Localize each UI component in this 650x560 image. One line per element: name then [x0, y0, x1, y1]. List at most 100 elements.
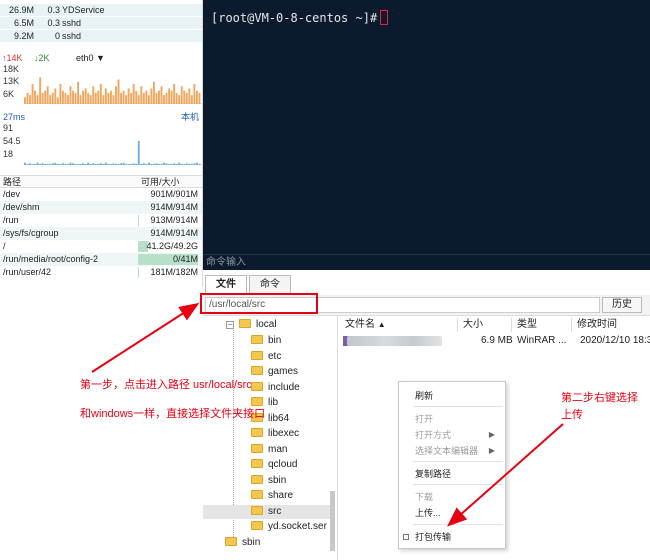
directory-tree: − local bin etc games include lib lib64 libexe… — [203, 316, 338, 560]
folder-icon — [251, 459, 263, 468]
menu-item-1[interactable]: 打开 — [399, 412, 505, 426]
process-row[interactable]: 6.5M 0.3 sshd — [0, 17, 202, 29]
process-row[interactable]: 9.2M 0 sshd — [0, 30, 202, 42]
chart-bar — [163, 95, 165, 104]
menu-item-2[interactable]: 打开方式 ▶ — [399, 428, 505, 442]
menu-item-5[interactable]: 下载 — [399, 490, 505, 504]
chart-bar — [44, 90, 47, 104]
tree-item-sbin-sibling[interactable]: sbin — [225, 536, 260, 550]
chart-bar — [158, 163, 160, 165]
chart-bar — [36, 162, 39, 165]
terminal[interactable]: [root@VM-0-8-centos ~]# 命令输入 — [203, 0, 650, 270]
menu-item-4[interactable]: 复制路径 — [399, 467, 505, 481]
chart-bar — [92, 86, 95, 104]
disk-row[interactable]: /sys/fs/cgroup 914M/914M — [0, 227, 202, 240]
tree-item-include[interactable]: include — [251, 381, 300, 395]
tab-commands[interactable]: 命令 — [249, 275, 291, 294]
chart-bar — [142, 92, 145, 104]
menu-item-3[interactable]: 选择文本编辑器 ▶ — [399, 444, 505, 458]
chart-bar — [175, 163, 178, 165]
chart-bar — [115, 86, 117, 104]
chart-bar — [49, 95, 52, 104]
disk-row[interactable]: / 41.2G/49.2G — [0, 240, 202, 253]
disk-row[interactable]: /run 913M/914M — [0, 214, 202, 227]
chart-bar — [104, 88, 107, 104]
interface-select[interactable]: eth0 ▼ — [76, 52, 105, 64]
chart-bar — [107, 163, 110, 165]
column-header-size[interactable]: 大小 — [463, 318, 483, 332]
menu-item-0[interactable]: 刷新 — [399, 389, 505, 403]
folder-icon — [251, 428, 263, 437]
disk-table-header: 路径 可用/大小 — [0, 175, 202, 188]
tree-item-bin[interactable]: bin — [251, 334, 281, 348]
tree-item-man[interactable]: man — [251, 443, 287, 457]
tree-item-libexec[interactable]: libexec — [251, 427, 299, 441]
chart-bar — [39, 77, 42, 104]
command-input[interactable]: 命令输入 — [203, 254, 650, 270]
chart-bar — [120, 163, 123, 165]
folder-icon — [251, 366, 263, 375]
chart-bar — [195, 90, 198, 104]
chart-bar — [29, 163, 31, 165]
menu-item-6[interactable]: 上传... — [399, 506, 505, 520]
annotation-step1-line2: 和windows一样，直接选择文件夹接口 — [80, 408, 266, 420]
tree-item-sbin[interactable]: sbin — [251, 474, 286, 488]
menu-item-7[interactable]: 打包传输 — [399, 530, 505, 544]
net-tick-label: 6K — [3, 89, 15, 99]
chart-bar — [142, 163, 145, 165]
process-memory: 26.9M — [8, 5, 34, 15]
process-row[interactable]: 26.9M 0.3 YDService — [0, 4, 202, 16]
disk-path: /run — [3, 215, 19, 225]
chart-bar — [64, 92, 67, 104]
checkbox-icon[interactable] — [403, 534, 409, 540]
submenu-arrow-icon: ▶ — [488, 446, 495, 455]
chart-bar — [198, 92, 201, 104]
disk-row[interactable]: /run/user/42 181M/182M — [0, 266, 202, 279]
chart-bar — [87, 92, 90, 104]
tree-item-src[interactable]: src — [203, 504, 331, 519]
chart-bar — [173, 84, 176, 104]
column-header-name[interactable]: 文件名 ▲ — [345, 318, 386, 332]
collapse-toggle-icon[interactable]: − — [226, 321, 234, 329]
chart-bar — [84, 163, 87, 165]
chart-bar — [59, 164, 62, 165]
tree-item-etc[interactable]: etc — [251, 350, 281, 364]
net-tick-label: 18K — [3, 64, 20, 74]
disk-row[interactable]: /run/media/root/config-2 0/41M — [0, 253, 202, 266]
chart-bar — [163, 162, 165, 165]
chart-bar — [188, 88, 191, 104]
disk-row[interactable]: /dev 901M/901M — [0, 188, 202, 201]
tree-item-games[interactable]: games — [251, 365, 298, 379]
chart-bar — [102, 163, 105, 165]
chart-bar — [41, 163, 44, 165]
folder-icon — [251, 490, 263, 499]
chart-bar — [56, 163, 59, 165]
chart-bar — [185, 92, 188, 104]
chart-bar — [112, 95, 115, 104]
tree-item-yd-socket-ser[interactable]: yd.socket.ser — [251, 520, 327, 534]
tree-item-local[interactable]: local — [239, 318, 277, 332]
latency-host[interactable]: 本机 — [181, 111, 199, 123]
chart-bar — [173, 163, 176, 165]
file-name-redacted[interactable] — [347, 336, 442, 346]
disk-usage-table: 路径 可用/大小 /dev 901M/901M/dev/shm 914M/914M /… — [0, 175, 202, 279]
tree-scrollbar[interactable] — [330, 491, 335, 551]
chart-bar — [31, 84, 34, 104]
tree-item-share[interactable]: share — [251, 489, 293, 503]
tree-item-qcloud[interactable]: qcloud — [251, 458, 297, 472]
tab-files[interactable]: 文件 — [205, 275, 247, 294]
network-header: ↑14K ↓2K eth0 ▼ — [0, 52, 202, 64]
chart-bar — [64, 163, 67, 165]
column-header-modified[interactable]: 修改时间 — [577, 318, 617, 332]
chart-bar — [117, 163, 120, 165]
chart-bar — [29, 95, 31, 104]
chart-bar — [72, 90, 74, 104]
disk-row[interactable]: /dev/shm 914M/914M — [0, 201, 202, 214]
chart-bar — [120, 92, 123, 104]
chart-bar — [158, 90, 160, 104]
column-header-type[interactable]: 类型 — [517, 318, 537, 332]
disk-size: 41.2G/49.2G — [146, 241, 198, 251]
history-button[interactable]: 历史 — [602, 297, 642, 313]
chart-bar — [49, 163, 52, 165]
upload-rate: ↑14K — [2, 53, 23, 63]
